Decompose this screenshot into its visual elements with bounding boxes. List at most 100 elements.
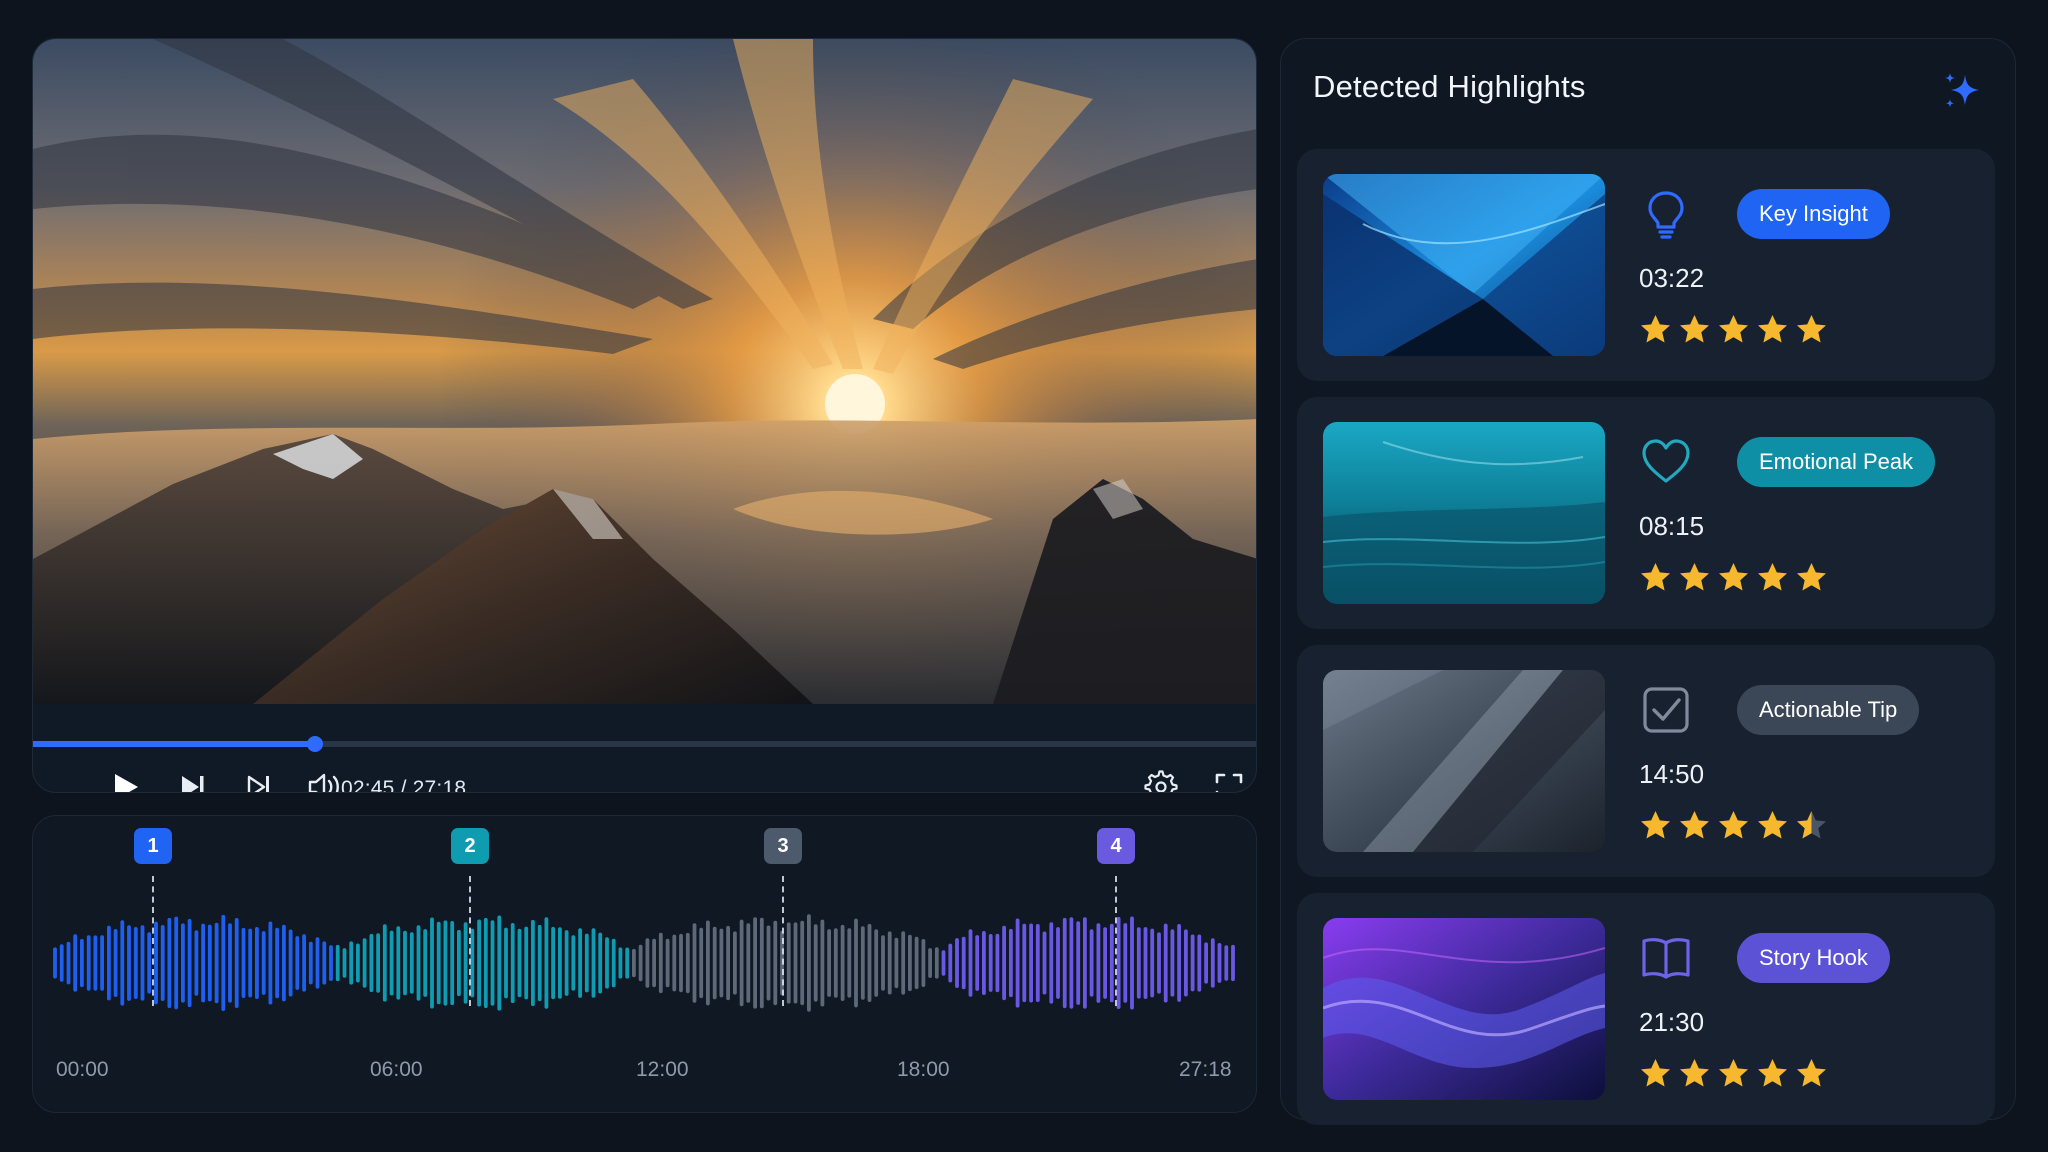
waveform-bar <box>241 927 246 998</box>
fullscreen-button[interactable] <box>1211 769 1247 792</box>
waveform-bar <box>766 925 771 1001</box>
waveform-bar <box>881 935 885 991</box>
waveform-bar <box>295 936 300 990</box>
waveform-bar <box>531 919 535 1007</box>
waveform-bar <box>107 925 111 1001</box>
waveform-bar <box>914 936 919 990</box>
star-full-icon <box>1758 563 1787 591</box>
waveform-bar <box>1103 927 1107 999</box>
waveform-bar <box>261 931 266 995</box>
waveform-bar <box>120 920 125 1006</box>
marker-guide-line <box>152 876 154 1006</box>
waveform-bar <box>692 923 697 1003</box>
waveform-bar <box>1170 929 1175 997</box>
waveform-bar <box>255 927 259 999</box>
waveform-bar <box>1035 924 1040 1002</box>
waveform-bar <box>463 922 468 1004</box>
waveform-bar <box>302 934 306 992</box>
video-player: 02:45 / 27:18 <box>32 38 1257 793</box>
settings-button[interactable] <box>1143 769 1179 792</box>
highlight-card-emotional-peak[interactable]: Emotional Peak 08:15 <box>1297 397 1995 629</box>
waveform-bar <box>860 926 865 1000</box>
highlight-marker-1[interactable]: 1 <box>134 828 172 864</box>
volume-button[interactable] <box>307 769 343 792</box>
play-button[interactable] <box>107 769 143 792</box>
waveform-bar <box>921 939 926 987</box>
waveform-bar <box>1150 928 1155 998</box>
waveform-bar <box>1116 916 1121 1009</box>
mountain-sunset-scene <box>33 39 1256 704</box>
star-full-icon <box>1680 1059 1709 1087</box>
waveform-bar <box>66 941 71 985</box>
waveform-bar <box>847 928 852 998</box>
highlight-thumbnail <box>1323 174 1605 356</box>
waveform-bar <box>638 944 643 982</box>
next-chapter-button[interactable] <box>241 769 277 792</box>
waveform-bar <box>214 922 219 1004</box>
star-full-icon <box>1641 563 1670 591</box>
waveform-bar <box>820 919 825 1007</box>
star-rating <box>1639 313 1828 347</box>
star-full-icon <box>1719 811 1748 839</box>
waveform-bar <box>652 938 656 988</box>
waveform-bar <box>443 920 448 1006</box>
waveform-bar <box>833 928 838 998</box>
waveform-bar <box>356 943 360 983</box>
waveform-bar <box>955 938 959 988</box>
highlight-timestamp: 03:22 <box>1639 263 1705 293</box>
waveform-bar <box>335 944 340 982</box>
highlight-timestamp: 14:50 <box>1639 759 1705 789</box>
waveform-bar <box>1143 927 1148 999</box>
waveform-bar <box>1042 931 1047 995</box>
waveform-bar <box>308 941 313 985</box>
waveform-bar <box>436 921 441 1005</box>
waveform-bar <box>726 925 730 1001</box>
waveform-bar <box>786 922 791 1004</box>
waveform-bar <box>174 916 179 1010</box>
waveform-bar <box>625 947 630 979</box>
waveform-bar <box>1184 929 1188 997</box>
highlight-timestamp: 08:15 <box>1639 511 1705 541</box>
time-readout: 02:45 / 27:18 <box>341 777 467 793</box>
marker-guide-line <box>469 876 471 1006</box>
waveform-bar <box>1069 917 1074 1009</box>
highlight-marker-4[interactable]: 4 <box>1097 828 1135 864</box>
waveform-bar <box>59 944 64 982</box>
audio-waveform-timeline[interactable]: 1 2 3 4 00:00 06:00 12:00 18:00 27:18 <box>32 815 1257 1113</box>
waveform-bar <box>154 921 158 1005</box>
video-frame[interactable] <box>33 39 1256 704</box>
highlight-card-key-insight[interactable]: Key Insight 03:22 <box>1297 149 1995 381</box>
waveform-bar <box>584 933 589 993</box>
highlight-card-story-hook[interactable]: Story Hook 21:30 <box>1297 893 1995 1125</box>
waveform-bar <box>773 920 778 1006</box>
checkbox-icon <box>1643 687 1689 733</box>
volume-icon <box>308 773 339 792</box>
star-full-icon <box>1797 563 1826 591</box>
waveform-bar <box>1231 944 1235 982</box>
waveform-bar <box>342 948 347 978</box>
waveform-bar <box>645 938 650 988</box>
star-full-icon <box>1797 315 1826 343</box>
marker-guide-line <box>1115 876 1117 1006</box>
waveform-bar <box>234 918 239 1008</box>
tick-label: 00:00 <box>56 1058 109 1081</box>
waveform-bar <box>1224 945 1229 981</box>
waveform-bar <box>1109 923 1114 1003</box>
waveform-bar <box>409 932 414 994</box>
waveform-bar <box>571 935 576 991</box>
waveform-bar <box>867 923 872 1002</box>
waveform-bar <box>194 930 199 996</box>
highlight-marker-3[interactable]: 3 <box>764 828 802 864</box>
tick-label: 27:18 <box>1179 1058 1232 1081</box>
highlight-thumbnail <box>1323 422 1605 604</box>
star-rating <box>1639 1057 1828 1091</box>
waveform-bar <box>207 924 212 1002</box>
skip-next-button[interactable] <box>175 769 211 792</box>
star-full-icon <box>1641 315 1670 343</box>
star-full-icon <box>1758 315 1787 343</box>
waveform-bar <box>382 924 387 1002</box>
waveform-bar <box>1163 923 1168 1003</box>
sparkle-icon[interactable] <box>1941 69 1987 115</box>
highlight-card-actionable-tip[interactable]: Actionable Tip 14:50 <box>1297 645 1995 877</box>
highlight-marker-2[interactable]: 2 <box>451 828 489 864</box>
